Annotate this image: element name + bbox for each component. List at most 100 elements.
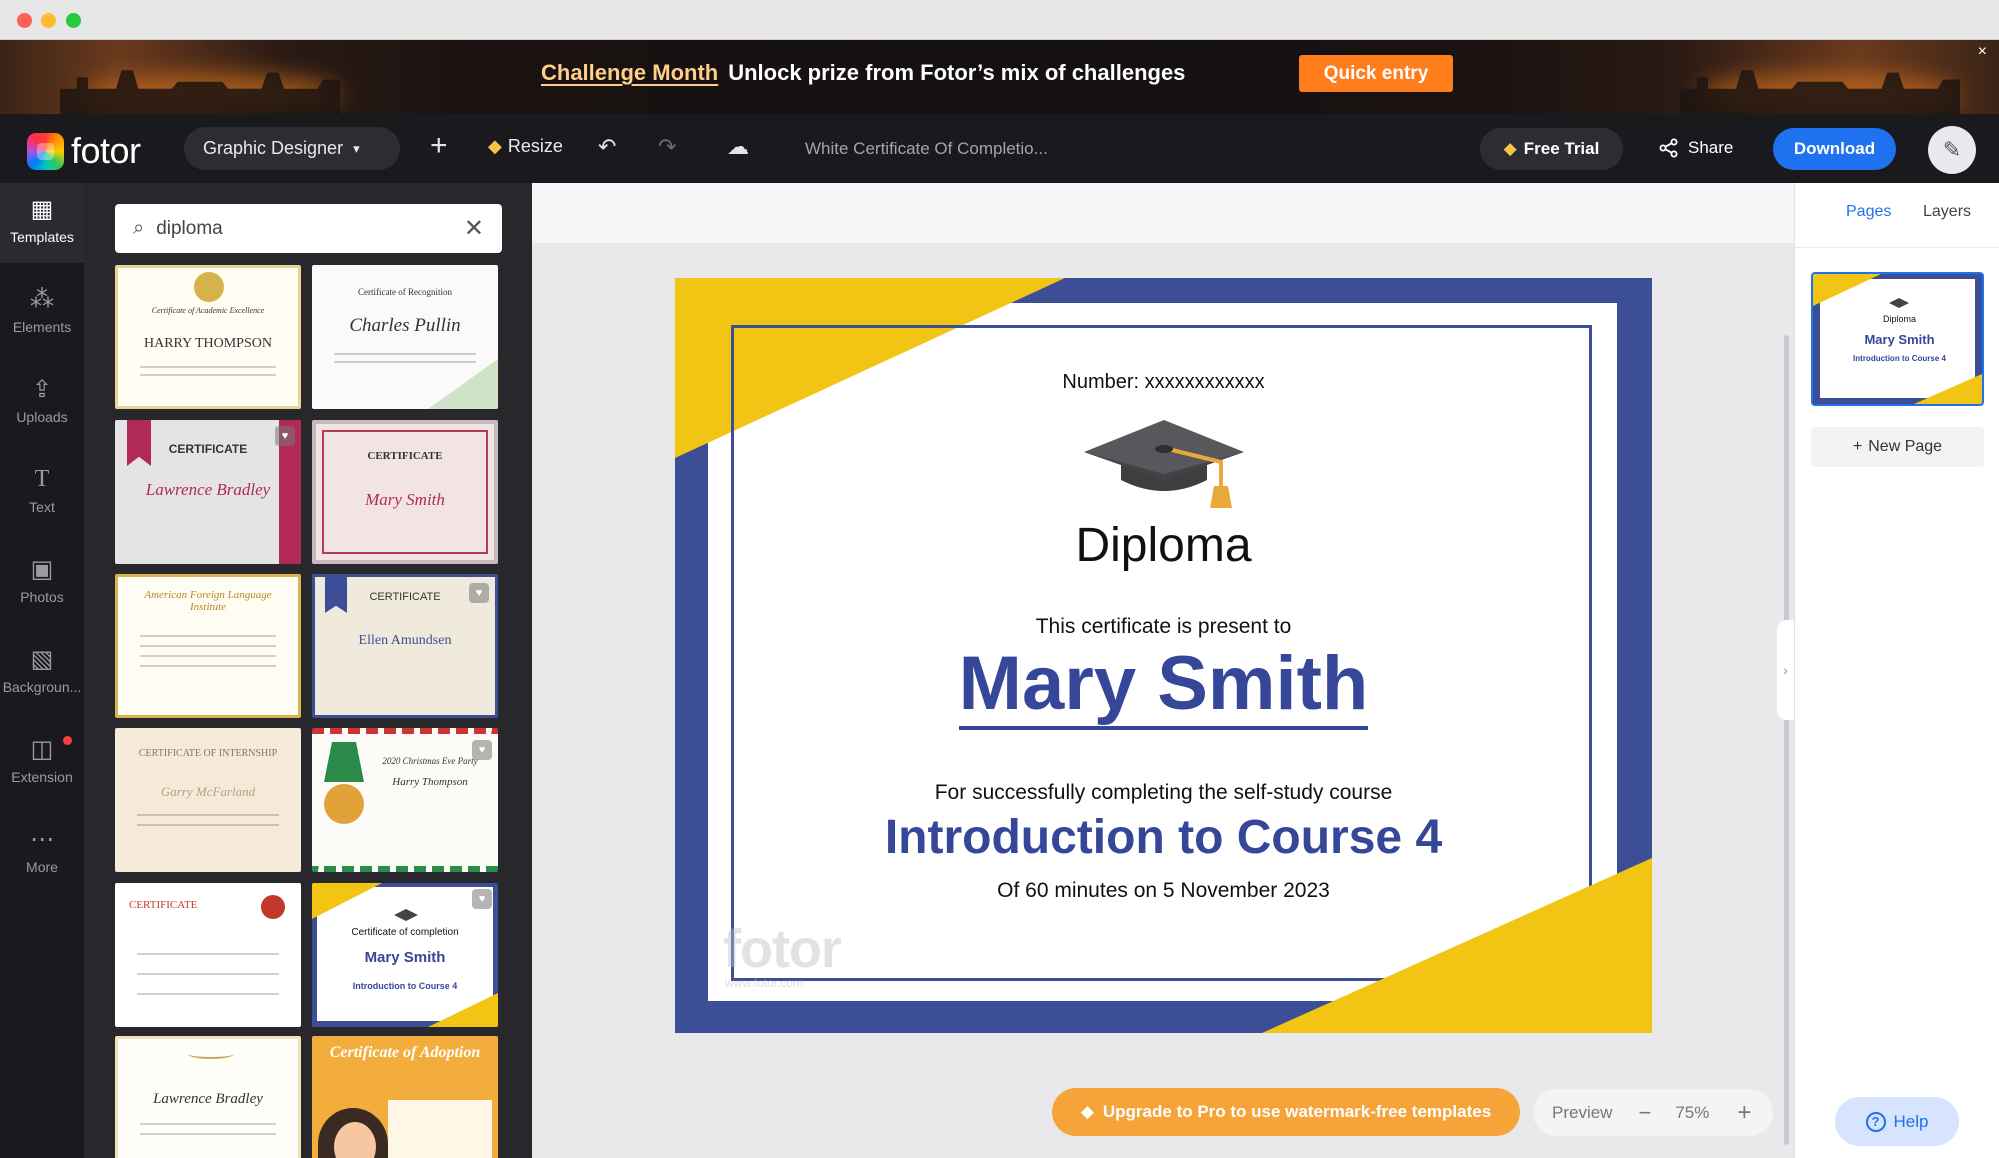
banner-message: Unlock prize from Fotor’s mix of challen…: [728, 60, 1186, 85]
download-button[interactable]: Download: [1773, 128, 1896, 170]
fotor-watermark: fotor: [723, 919, 842, 979]
certificate-title[interactable]: Diploma: [675, 518, 1652, 573]
canvas-scrollbar[interactable]: [1784, 335, 1789, 1145]
pages-panel: Pages Layers Diploma Mary Smith Introduc…: [1794, 183, 1999, 1158]
template-title: CERTIFICATE: [367, 450, 443, 462]
certificate-for-text[interactable]: For successfully completing the self-stu…: [675, 781, 1652, 805]
favorite-icon[interactable]: ♥: [275, 426, 295, 446]
user-icon: ✎: [1942, 137, 1962, 162]
help-label: Help: [1893, 1111, 1929, 1131]
resize-label: Resize: [507, 136, 563, 156]
more-icon: ⋯: [30, 825, 54, 853]
recipient-name[interactable]: Mary Smith: [675, 640, 1652, 730]
document-title[interactable]: White Certificate Of Completio...: [805, 139, 1048, 159]
favorite-icon[interactable]: ♥: [472, 740, 492, 760]
template-card[interactable]: CERTIFICATE Mary Smith: [312, 420, 498, 564]
share-icon: [1659, 138, 1678, 158]
free-trial-button[interactable]: ◆ Free Trial: [1480, 128, 1623, 170]
template-card[interactable]: CERTIFICATE OF INTERNSHIP Garry McFarlan…: [115, 728, 301, 872]
workspace-dropdown[interactable]: Graphic Designer ▾: [184, 127, 400, 170]
rail-item-background[interactable]: ▧ Backgroun...: [0, 633, 84, 713]
course-date[interactable]: Of 60 minutes on 5 November 2023: [675, 879, 1652, 903]
zoom-level[interactable]: 75%: [1675, 1103, 1709, 1123]
expand-right-panel-button[interactable]: ›: [1777, 620, 1794, 720]
minimize-window-button[interactable]: [41, 13, 56, 28]
rail-item-uploads[interactable]: ⇪ Uploads: [0, 363, 84, 443]
zoom-in-icon[interactable]: +: [1737, 1099, 1751, 1127]
help-button[interactable]: ? Help: [1835, 1097, 1959, 1146]
upgrade-label: Upgrade to Pro to use watermark-free tem…: [1102, 1102, 1492, 1121]
upload-icon: ⇪: [31, 375, 53, 403]
text-icon: T: [34, 465, 50, 492]
share-button[interactable]: Share: [1659, 138, 1733, 158]
tab-pages[interactable]: Pages: [1846, 203, 1891, 221]
photos-icon: ▣: [30, 555, 54, 583]
window-titlebar: [0, 0, 1999, 40]
rail-item-more[interactable]: ⋯ More: [0, 813, 84, 893]
template-card[interactable]: Certificate of completion Mary Smith Int…: [312, 883, 498, 1027]
graduation-cap-icon[interactable]: [1081, 418, 1247, 508]
add-icon[interactable]: +: [430, 129, 448, 163]
undo-icon[interactable]: ↶: [598, 134, 616, 160]
tab-layers[interactable]: Layers: [1923, 203, 1971, 221]
template-card[interactable]: Lawrence Bradley: [115, 1036, 301, 1158]
template-card[interactable]: 2020 Christmas Eve Party Harry Thompson …: [312, 728, 498, 872]
logo-text: fotor: [71, 130, 141, 171]
template-name: HARRY THOMPSON: [144, 336, 272, 351]
favorite-icon[interactable]: ♥: [472, 889, 492, 909]
course-name[interactable]: Introduction to Course 4: [675, 810, 1652, 865]
banner-highlight[interactable]: Challenge Month: [541, 60, 718, 85]
template-card[interactable]: American Foreign Language Institute: [115, 574, 301, 718]
zoom-out-icon[interactable]: −: [1638, 1100, 1651, 1126]
diamond-icon: ◆: [488, 136, 502, 156]
certificate-number[interactable]: Number: xxxxxxxxxxxx: [675, 371, 1652, 394]
template-card[interactable]: Certificate of Academic Excellence HARRY…: [115, 265, 301, 409]
cloud-save-icon[interactable]: ☁: [727, 134, 749, 160]
diamond-icon: ◆: [1503, 139, 1517, 158]
rail-item-photos[interactable]: ▣ Photos: [0, 543, 84, 623]
clear-search-icon[interactable]: ✕: [464, 214, 484, 243]
template-card[interactable]: Certificate of Adoption: [312, 1036, 498, 1158]
thumbnail-title: Diploma: [1882, 314, 1916, 324]
template-title: CERTIFICATE OF INTERNSHIP: [138, 748, 278, 759]
canvas-header: [532, 183, 1794, 243]
upgrade-pro-button[interactable]: ◆ Upgrade to Pro to use watermark-free t…: [1052, 1088, 1520, 1136]
rail-item-extension[interactable]: ◫ Extension: [0, 723, 84, 803]
template-card[interactable]: Certificate of Recognition Charles Pulli…: [312, 265, 498, 409]
promo-banner: Challenge Month Unlock prize from Fotor’s…: [0, 40, 1999, 114]
certificate-canvas[interactable]: Number: xxxxxxxxxxxx Diploma This certif…: [675, 278, 1652, 1033]
banner-text: Challenge Month Unlock prize from Fotor’s…: [541, 60, 1185, 86]
search-input[interactable]: ⌕ diploma ✕: [115, 204, 502, 253]
rail-item-text[interactable]: T Text: [0, 453, 84, 533]
page-thumbnail[interactable]: Diploma Mary Smith Introduction to Cours…: [1811, 272, 1984, 406]
share-label: Share: [1688, 138, 1734, 157]
fotor-logo-mark: [27, 132, 64, 170]
template-name: Mary Smith: [365, 490, 445, 509]
search-value[interactable]: diploma: [156, 218, 464, 240]
rail-item-elements[interactable]: ⁂ Elements: [0, 273, 84, 353]
template-card[interactable]: CERTIFICATE Lawrence Bradley ♥: [115, 420, 301, 564]
new-page-button[interactable]: + New Page: [1811, 427, 1984, 467]
avatar[interactable]: ✎: [1928, 126, 1976, 174]
quick-entry-button[interactable]: Quick entry: [1299, 55, 1453, 92]
certificate-present-text[interactable]: This certificate is present to: [675, 615, 1652, 639]
new-page-label: New Page: [1868, 438, 1943, 455]
close-window-button[interactable]: [17, 13, 32, 28]
rail-label: Extension: [11, 769, 73, 785]
resize-button[interactable]: ◆ Resize: [488, 136, 563, 157]
rail-label: Photos: [20, 589, 64, 605]
redo-icon[interactable]: ↷: [658, 134, 676, 160]
rail-item-templates[interactable]: ▦ Templates: [0, 183, 84, 263]
left-rail: ▦ Templates ⁂ Elements ⇪ Uploads T Text …: [0, 183, 84, 1158]
favorite-icon[interactable]: ♥: [469, 583, 489, 603]
tab-divider: [1795, 247, 1999, 248]
zoom-controls: Preview − 75% +: [1533, 1089, 1773, 1136]
maximize-window-button[interactable]: [66, 13, 81, 28]
template-card[interactable]: CERTIFICATE Ellen Amundsen ♥: [312, 574, 498, 718]
template-card[interactable]: CERTIFICATE: [115, 883, 301, 1027]
template-name: Lawrence Bradley: [153, 1091, 263, 1107]
template-title: Certificate of Academic Excellence: [151, 306, 265, 315]
preview-button[interactable]: Preview: [1552, 1103, 1612, 1123]
close-banner-icon[interactable]: ×: [1978, 43, 1987, 61]
fotor-logo[interactable]: fotor: [27, 130, 141, 172]
